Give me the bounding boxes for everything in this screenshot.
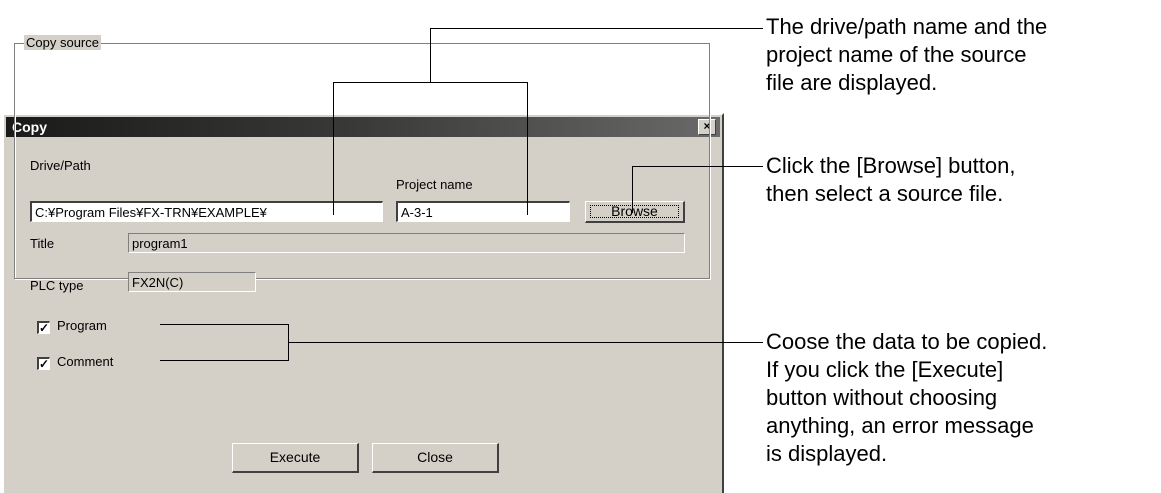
callout-line-3: button without choosing [766, 385, 998, 410]
plc-type-field: FX2N(C) [128, 272, 256, 292]
drive-path-field[interactable]: C:¥Program Files¥FX-TRN¥EXAMPLE¥ [30, 201, 383, 222]
execute-button[interactable]: Execute [232, 443, 359, 473]
title-field: program1 [128, 233, 685, 253]
plc-type-label: PLC type [30, 278, 84, 293]
drive-path-label: Drive/Path [30, 158, 91, 173]
callout-line-1: The drive/path name and the [766, 14, 1048, 39]
callout-line-2: then select a source file. [766, 181, 1004, 206]
project-name-label: Project name [396, 177, 473, 192]
program-label: Program [57, 318, 107, 333]
close-button[interactable]: Close [372, 443, 499, 473]
callout-data-note: Coose the data to be copied. If you clic… [766, 328, 1047, 468]
callout-line-program [160, 324, 288, 325]
callout-line-path-bar [333, 82, 527, 83]
checkmark-icon: ✓ [39, 357, 50, 371]
callout-line-browse-stem [632, 166, 633, 213]
callout-path-note: The drive/path name and the project name… [766, 13, 1047, 97]
callout-line-3: file are displayed. [766, 70, 938, 95]
focus-rect [590, 205, 679, 218]
callout-line-comment [160, 360, 288, 361]
title-label: Title [30, 236, 55, 251]
callout-line-path-left [333, 82, 334, 215]
project-name-field[interactable]: A-3-1 [396, 201, 570, 222]
callout-line-path-stem [430, 28, 431, 82]
program-checkbox[interactable]: ✓ [37, 321, 50, 334]
callout-line-1: Click the [Browse] button, [766, 153, 1016, 178]
callout-browse-note: Click the [Browse] button, then select a… [766, 152, 1015, 208]
comment-label: Comment [57, 354, 114, 369]
copy-source-label: Copy source [24, 35, 101, 50]
callout-line-2: If you click the [Execute] [766, 357, 1004, 382]
callout-line-path-top [430, 28, 763, 29]
callout-line-4: anything, an error message [766, 413, 1034, 438]
callout-line-data [288, 342, 763, 343]
callout-line-1: Coose the data to be copied. [766, 329, 1048, 354]
callout-line-5: is displayed. [766, 441, 888, 466]
callout-line-2: project name of the source [766, 42, 1027, 67]
callout-line-path-right [527, 82, 528, 215]
browse-button[interactable]: Browse [585, 201, 685, 223]
callout-line-browse-top [632, 166, 763, 167]
checkmark-icon: ✓ [39, 321, 50, 335]
comment-checkbox[interactable]: ✓ [37, 357, 50, 370]
